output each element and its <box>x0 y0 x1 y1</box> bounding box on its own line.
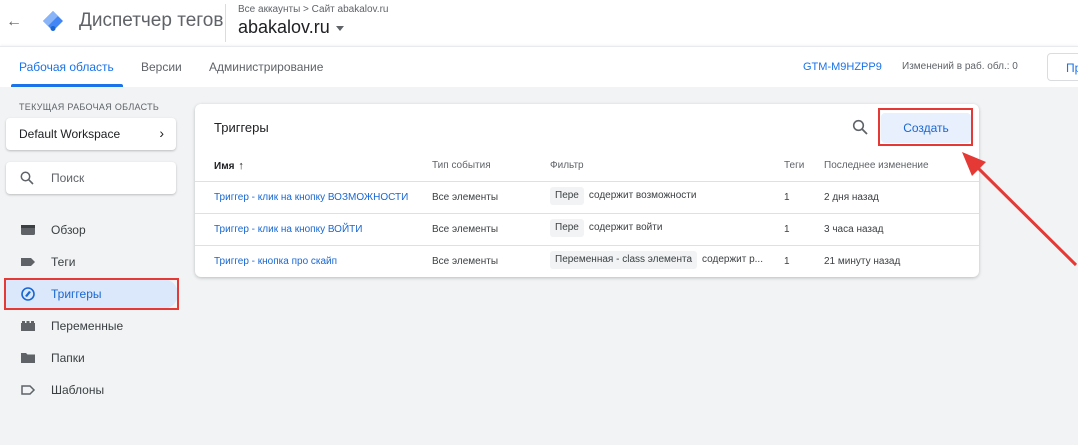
sidebar-item-label: Переменные <box>51 319 124 333</box>
search-label: Поиск <box>51 171 85 185</box>
dropdown-caret-icon <box>335 25 344 31</box>
sidebar-item-label: Обзор <box>51 223 86 237</box>
gtm-logo-icon <box>43 11 63 31</box>
workspace-selector[interactable]: Default Workspace › <box>6 118 176 150</box>
sort-arrow-up-icon: ↑ <box>238 160 244 172</box>
tags-count: 1 <box>784 256 790 267</box>
sidebar-item-variables[interactable]: Переменные <box>6 311 178 341</box>
workspace-changes-count: Изменений в раб. обл.: 0 <box>902 61 1018 72</box>
filter-variable-chip: Пере <box>550 219 584 237</box>
sidebar-item-tags[interactable]: Теги <box>6 247 178 277</box>
workspace-name: Default Workspace <box>19 127 121 141</box>
sidebar-search[interactable]: Поиск <box>6 162 176 194</box>
event-type: Все элементы <box>432 224 499 235</box>
app-title: Диспетчер тегов <box>79 10 224 31</box>
chevron-right-icon: › <box>159 125 164 141</box>
sidebar-item-overview[interactable]: Обзор <box>6 215 178 245</box>
table-row[interactable]: Триггер - кнопка про скайп Все элементы … <box>195 245 979 277</box>
preview-button[interactable]: Пр <box>1047 53 1078 81</box>
variables-icon <box>21 321 35 331</box>
workspace-label: ТЕКУЩАЯ РАБОЧАЯ ОБЛАСТЬ <box>19 102 160 112</box>
sidebar-item-folders[interactable]: Папки <box>6 343 178 373</box>
tags-count: 1 <box>784 224 790 235</box>
filter-variable-chip: Пере <box>550 187 584 205</box>
templates-icon <box>21 385 36 395</box>
column-header-last-modified[interactable]: Последнее изменение <box>824 160 929 171</box>
tab-versions[interactable]: Версии <box>141 60 182 74</box>
back-arrow-icon[interactable]: ← <box>6 12 22 32</box>
trigger-name-link[interactable]: Триггер - кнопка про скайп <box>214 256 337 267</box>
last-modified: 21 минуту назад <box>824 256 901 267</box>
folder-icon <box>21 353 35 363</box>
tags-count: 1 <box>784 192 790 203</box>
last-modified: 2 дня назад <box>824 192 879 203</box>
column-header-filter[interactable]: Фильтр <box>550 160 584 171</box>
filter-condition: содержит р... <box>702 254 763 265</box>
trigger-name-link[interactable]: Триггер - клик на кнопку ВОЗМОЖНОСТИ <box>214 192 408 203</box>
column-header-tags[interactable]: Теги <box>784 160 804 171</box>
event-type: Все элементы <box>432 256 499 267</box>
sidebar-item-label: Теги <box>51 255 76 269</box>
search-icon[interactable] <box>852 119 868 135</box>
highlight-box-triggers <box>4 278 179 310</box>
filter-cell: Пере содержит возможности <box>550 187 784 205</box>
tab-workspace[interactable]: Рабочая область <box>19 60 114 74</box>
container-id[interactable]: GTM-M9HZPP9 <box>803 61 882 73</box>
filter-cell: Пере содержит войти <box>550 219 784 237</box>
main-area: ТЕКУЩАЯ РАБОЧАЯ ОБЛАСТЬ Default Workspac… <box>0 87 1078 445</box>
triggers-title: Триггеры <box>214 120 269 135</box>
table-row[interactable]: Триггер - клик на кнопку ВОЗМОЖНОСТИ Все… <box>195 181 979 213</box>
top-bar: ← Диспетчер тегов Все аккаунты > Сайт ab… <box>0 0 1078 46</box>
filter-cell: Переменная - class элемента содержит р... <box>550 251 784 269</box>
table-row[interactable]: Триггер - клик на кнопку ВОЙТИ Все элеме… <box>195 213 979 245</box>
highlight-box-create <box>878 108 973 146</box>
sidebar-item-label: Шаблоны <box>51 383 105 397</box>
triggers-card: Триггеры Создать Имя ↑ Тип события Фильтр… <box>195 104 979 277</box>
tab-admin[interactable]: Администрирование <box>209 60 323 74</box>
filter-variable-chip: Переменная - class элемента <box>550 251 698 269</box>
event-type: Все элементы <box>432 192 499 203</box>
header-divider <box>225 4 226 42</box>
filter-condition: содержит войти <box>588 222 663 233</box>
sidebar-item-templates[interactable]: Шаблоны <box>6 375 178 405</box>
overview-icon <box>21 225 35 235</box>
sidebar-item-label: Папки <box>51 351 85 365</box>
tag-icon <box>21 258 35 266</box>
tabs-bar: Рабочая область Версии Администрирование… <box>0 46 1078 87</box>
column-header-event-type[interactable]: Тип события <box>432 160 491 171</box>
column-header-name[interactable]: Имя ↑ <box>214 160 244 172</box>
search-icon <box>20 171 34 185</box>
trigger-name-link[interactable]: Триггер - клик на кнопку ВОЙТИ <box>214 224 362 235</box>
account-selector[interactable]: abakalov.ru <box>238 17 344 38</box>
breadcrumb[interactable]: Все аккаунты > Сайт abakalov.ru <box>238 4 388 15</box>
filter-condition: содержит возможности <box>588 190 697 201</box>
account-name: abakalov.ru <box>238 17 330 37</box>
last-modified: 3 часа назад <box>824 224 884 235</box>
